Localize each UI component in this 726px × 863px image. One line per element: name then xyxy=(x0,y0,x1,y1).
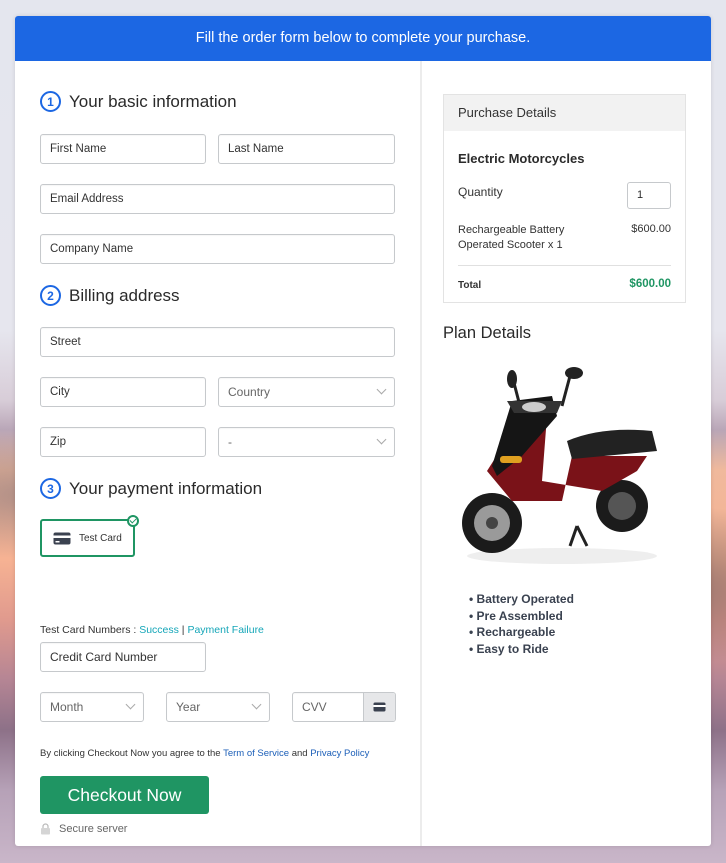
state-select-value: - xyxy=(228,435,232,449)
cvv-card-addon xyxy=(363,693,395,721)
step-number-1: 1 xyxy=(40,91,61,112)
company-name-input[interactable]: Company Name xyxy=(40,234,395,264)
plan-features-list: Battery Operated Pre Assembled Rechargea… xyxy=(469,591,574,657)
quantity-input[interactable]: 1 xyxy=(627,182,671,209)
feature-item: Battery Operated xyxy=(469,591,574,608)
quantity-label: Quantity xyxy=(458,185,503,199)
month-select-value: Month xyxy=(50,700,84,714)
lock-icon xyxy=(41,823,50,835)
form-column: 1 Your basic information First Name Last… xyxy=(15,61,422,846)
country-select-value: Country xyxy=(228,385,271,399)
year-select[interactable]: Year xyxy=(166,692,270,722)
feature-item: Rechargeable xyxy=(469,624,574,641)
scooter-image xyxy=(462,367,657,564)
test-card-numbers: Test Card Numbers : Success | Payment Fa… xyxy=(40,624,264,636)
plan-details-title: Plan Details xyxy=(443,324,532,342)
cvv-placeholder: CVV xyxy=(302,700,327,714)
chevron-down-icon xyxy=(125,699,136,710)
first-name-input[interactable]: First Name xyxy=(40,134,206,164)
year-select-value: Year xyxy=(176,700,201,714)
success-link[interactable]: Success xyxy=(139,624,179,636)
summary-column: Purchase Details Electric Motorcycles Qu… xyxy=(422,61,711,846)
chevron-down-icon xyxy=(376,434,387,445)
chevron-down-icon xyxy=(376,384,387,395)
order-form-card: Fill the order form below to complete yo… xyxy=(15,16,711,846)
feature-item: Pre Assembled xyxy=(469,608,574,625)
payment-failure-link[interactable]: Payment Failure xyxy=(187,624,263,636)
terms-of-service-link[interactable]: Term of Service xyxy=(223,748,289,759)
checkout-now-button[interactable]: Checkout Now xyxy=(40,776,209,814)
purchase-details-panel: Purchase Details Electric Motorcycles Qu… xyxy=(443,94,686,303)
city-input[interactable]: City xyxy=(40,377,206,407)
section-billing-address: 2 Billing address xyxy=(40,285,180,306)
country-select[interactable]: Country xyxy=(218,377,395,407)
section-payment-info: 3 Your payment information xyxy=(40,478,262,499)
credit-card-icon xyxy=(373,702,386,712)
street-input[interactable]: Street xyxy=(40,327,395,357)
email-input[interactable]: Email Address xyxy=(40,184,395,214)
terms-agreement: By clicking Checkout Now you agree to th… xyxy=(40,748,369,759)
state-select[interactable]: - xyxy=(218,427,395,457)
line-item-name: Rechargeable Battery Operated Scooter x … xyxy=(458,224,565,251)
privacy-policy-link[interactable]: Privacy Policy xyxy=(310,748,369,759)
credit-card-icon xyxy=(53,532,71,544)
divider xyxy=(458,265,671,266)
product-name: Electric Motorcycles xyxy=(458,151,585,166)
agreement-text: By clicking Checkout Now you agree to th… xyxy=(40,748,224,759)
step-number-3: 3 xyxy=(40,478,61,499)
section-title: Billing address xyxy=(69,285,180,305)
test-card-label: Test Card xyxy=(79,532,122,544)
section-basic-info: 1 Your basic information xyxy=(40,91,237,112)
step-number-2: 2 xyxy=(40,285,61,306)
agreement-and: and xyxy=(289,748,311,759)
zip-input[interactable]: Zip xyxy=(40,427,206,457)
section-title: Your basic information xyxy=(69,91,237,111)
header-banner: Fill the order form below to complete yo… xyxy=(15,16,711,61)
total-label: Total xyxy=(458,280,482,291)
test-card-numbers-label: Test Card Numbers : xyxy=(40,624,140,636)
section-title: Your payment information xyxy=(69,478,263,498)
feature-item: Easy to Ride xyxy=(469,641,574,658)
last-name-input[interactable]: Last Name xyxy=(218,134,395,164)
chevron-down-icon xyxy=(251,699,262,710)
line-item-price: $600.00 xyxy=(631,223,671,235)
purchase-details-header: Purchase Details xyxy=(444,95,685,131)
secure-server: Secure server xyxy=(40,823,127,835)
month-select[interactable]: Month xyxy=(40,692,144,722)
total-value: $600.00 xyxy=(629,278,671,290)
test-card-option[interactable]: Test Card xyxy=(40,515,139,557)
credit-card-number-input[interactable]: Credit Card Number xyxy=(40,642,206,672)
cvv-input[interactable]: CVV xyxy=(292,692,396,722)
secure-server-label: Secure server xyxy=(59,823,128,835)
selected-check-icon xyxy=(127,515,139,527)
